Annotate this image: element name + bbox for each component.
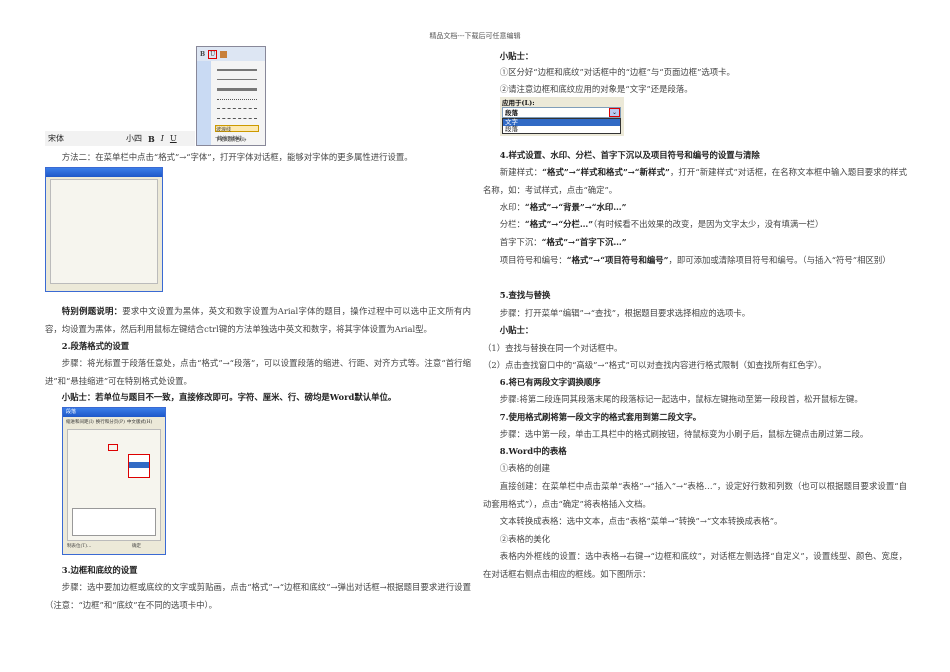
find-steps: 步骤：打开菜单“编辑”→“查找”，根据题目要求选择相应的选项卡。: [499, 308, 751, 318]
chevron-down-icon: ⌄: [609, 108, 620, 117]
heading-4: 4.样式设置、水印、分栏、首字下沉以及项目符号和编号的设置与清除: [499, 150, 760, 160]
italic-icon: I: [160, 134, 164, 143]
apply-to-image: 应用于(L): 段落 ⌄ 文字 段落: [500, 97, 624, 136]
brush-steps: 步骤：选中第一段，单击工具栏中的格式刷按钮，待鼠标变为小刷子后，鼠标左键点击刷过…: [499, 429, 869, 439]
font-name: 宋体: [48, 134, 64, 143]
method2-text: 方法二：在菜单栏中点击“格式”→“字体”，打开字体对话框，能够对字体的更多属性进…: [61, 152, 413, 162]
find-2: （2）点击查找窗口中的“高级”→“格式”可以对查找内容进行格式限制（如查找所有红…: [483, 360, 827, 370]
heading-3: 3.边框和底纹的设置: [61, 565, 138, 575]
find-1: （1）查找与替换在同一个对话框中。: [483, 343, 623, 353]
tab: 缩进和间距(I): [66, 420, 94, 425]
underline-icon: U: [169, 134, 177, 143]
tip-units: 小贴士：若单位与题目不一致，直接修改即可。字符、厘米、行、磅均是Word默认单位…: [61, 392, 397, 402]
paragraph-steps: 步骤：将光标置于段落任意处，点击“格式”→“段落”，可以设置段落的缩进、行距、对…: [45, 358, 471, 386]
tab: 中文版式(H): [126, 420, 153, 425]
heading-7: 7.使用格式刷将第一段文字的格式套用到第二段文字。: [499, 412, 702, 422]
tabs-button: 制表位(T)...: [67, 544, 92, 549]
table-direct: 直接创建：在菜单栏中点击菜单“表格”→“插入”→“表格…”，设定好行数和列数（也…: [483, 481, 907, 509]
ok-button: 确定: [132, 544, 141, 549]
swap-steps: 步骤:将第二段连同其段落末尾的段落标记一起选中，鼠标左键拖动至第一段段首，松开鼠…: [499, 394, 863, 404]
table-beautify: ②表格的美化: [499, 534, 551, 544]
dialog-title: 段落: [63, 408, 165, 417]
columns: 分栏：“格式”→“分栏…”（有时候看不出效果的改变，是因为文字太少，没有填满一栏…: [499, 219, 824, 229]
tip-label-2: 小贴士：: [499, 325, 534, 335]
table-create: ①表格的创建: [499, 463, 551, 473]
heading-6: 6.将已有两段文字调换顺序: [499, 377, 601, 387]
wavy-option: 波浪线: [215, 125, 259, 133]
border-steps: 步骤：选中要加边框或底纹的文字或剪贴画，点击“格式”→“边框和底纹”→弹出对话框…: [45, 582, 471, 610]
bold-icon: B: [148, 133, 155, 144]
heading-5: 5.查找与替换: [499, 290, 551, 300]
new-style: 新建样式：“格式”→“样式和格式”→“新样式”，打开“新建样式”对话框，在名称文…: [483, 167, 908, 195]
table-borders: 表格内外框线的设置：选中表格→右键→“边框和底纹”，对话框左侧选择“自定义”，设…: [483, 551, 907, 579]
tip-2: ②请注意边框和底纹应用的对象是“文字”还是段落。: [499, 84, 693, 94]
tip-1: ①区分好“边框和底纹”对话框中的“边框”与“页面边框”选项卡。: [499, 67, 735, 77]
paragraph-dialog-image: 段落 缩进和间距(I) 换行和分页(P) 中文版式(H) 制表位(T)... 确定: [62, 407, 166, 555]
underline-color: 下划线颜色(I): [215, 137, 246, 143]
underline-dropdown-image: BU 波浪线 其他下划线... 下划线颜色(I): [196, 46, 266, 146]
drop-cap: 首字下沉：“格式”→“首字下沉…”: [499, 237, 627, 247]
text-to-table: 文本转换成表格：选中文本，点击“表格”菜单→“转换”→“文本转换成表格”。: [499, 516, 783, 526]
heading-2: 2.段落格式的设置: [61, 341, 130, 351]
option-paragraph: 段落: [505, 125, 518, 133]
tip-label: 小贴士：: [499, 51, 534, 61]
bullets: 项目符号和编号：“格式”→“项目符号和编号”，即可添加或清除项目符号和编号。（与…: [499, 255, 891, 265]
example-paragraph: 特别例题说明：要求中文设置为黑体，英文和数字设置为Arial字体的题目，操作过程…: [45, 306, 471, 334]
page-header: 精品文档---下载后可任意编辑: [429, 32, 521, 40]
apply-label: 应用于(L):: [502, 99, 535, 107]
font-size: 小四: [126, 134, 142, 143]
font-toolbar-image: 宋体 小四 B I U: [45, 131, 195, 146]
option-text: 文字: [503, 119, 620, 126]
heading-8: 8.Word中的表格: [499, 446, 567, 456]
watermark: 水印：“格式”→“背景”→“水印…”: [499, 202, 627, 212]
tab: 换行和分页(P): [95, 420, 125, 425]
font-dialog-image: [45, 167, 163, 292]
apply-value: 段落: [505, 109, 518, 117]
